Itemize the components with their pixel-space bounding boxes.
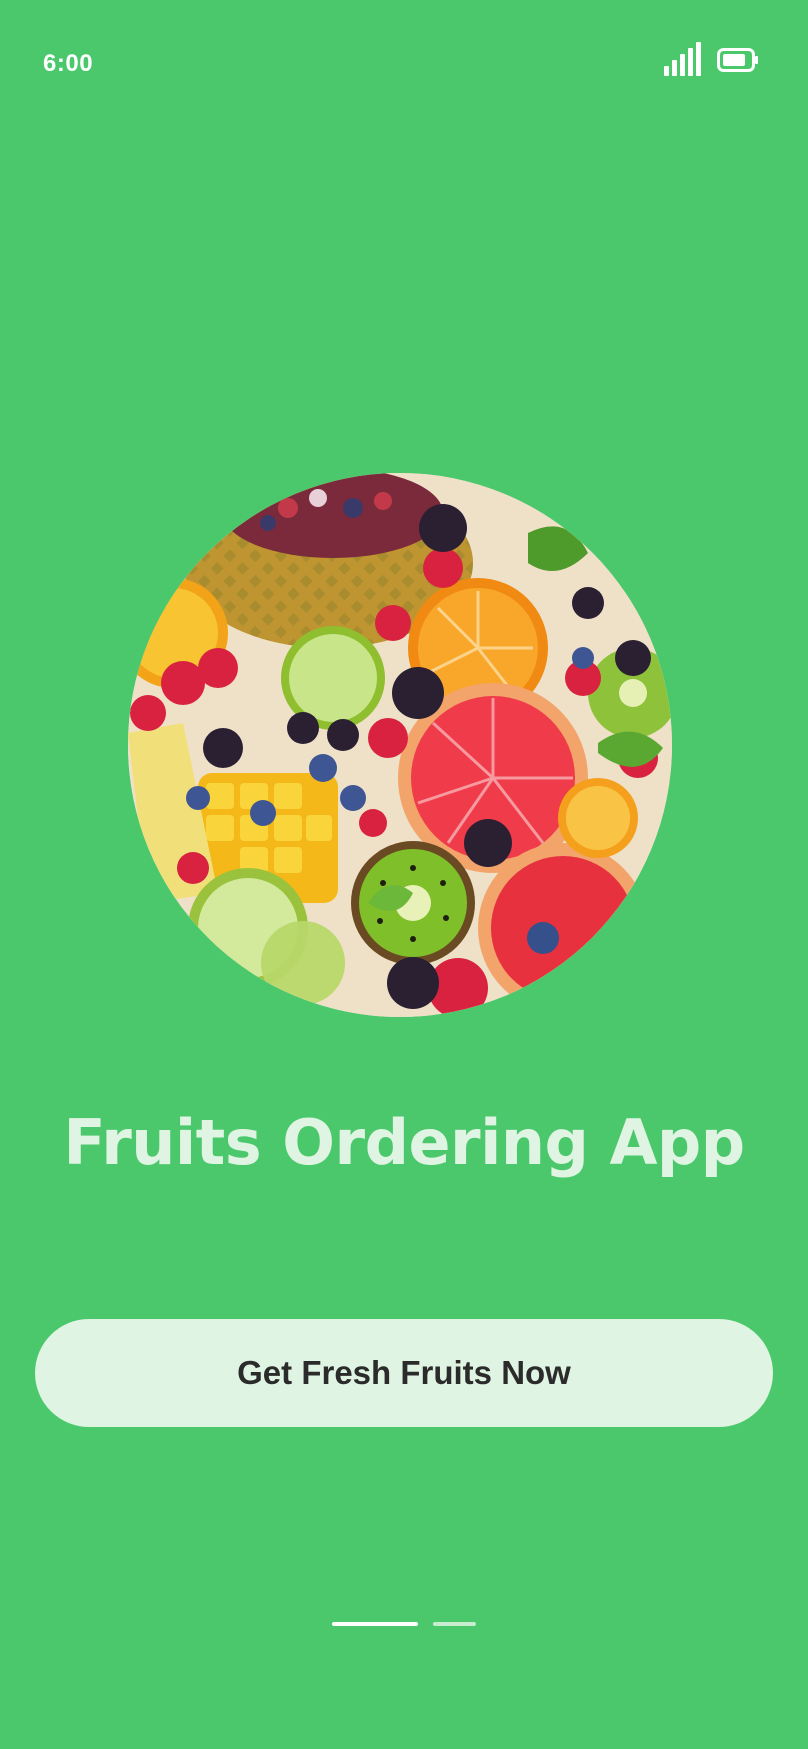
page-indicator-active	[332, 1622, 418, 1626]
app-title: Fruits Ordering App	[63, 1106, 745, 1179]
battery-icon	[717, 48, 758, 72]
hero-fruit-image	[128, 473, 672, 1017]
get-fresh-fruits-button[interactable]: Get Fresh Fruits Now	[35, 1319, 773, 1427]
page-indicator-inactive[interactable]	[433, 1622, 476, 1626]
signal-bars-icon	[664, 42, 701, 76]
status-time: 6:00	[43, 50, 94, 77]
